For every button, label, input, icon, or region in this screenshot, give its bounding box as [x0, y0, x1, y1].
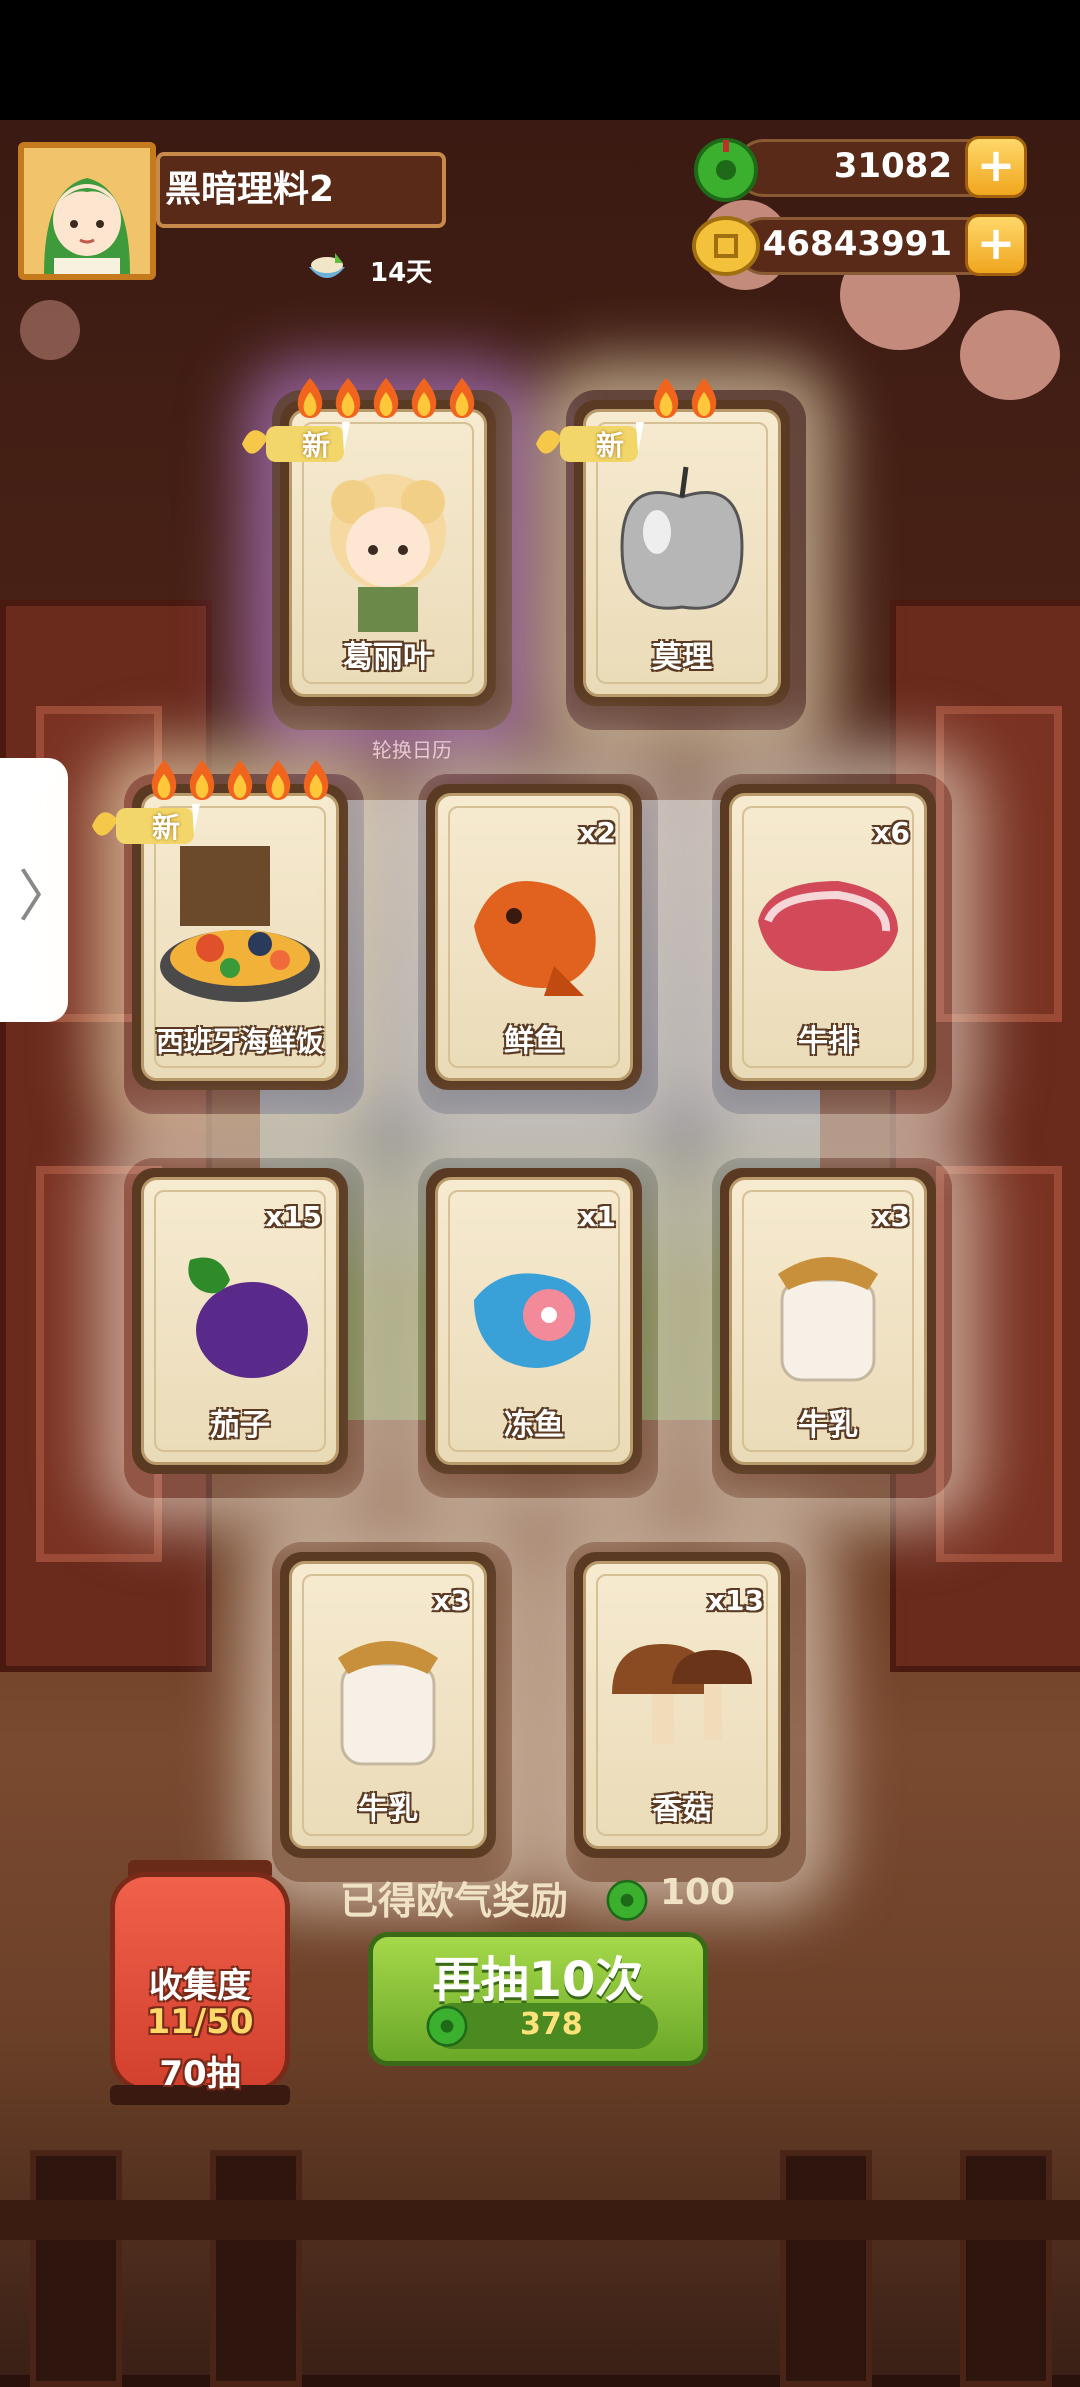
jade-icon [606, 1879, 648, 1921]
card[interactable]: x3 牛乳 [720, 1168, 936, 1474]
card-label: 葛丽叶 [343, 640, 433, 675]
milk-jar-icon [778, 1256, 878, 1382]
avatar[interactable] [18, 142, 156, 280]
flame-icon [653, 378, 679, 418]
player-name: 黑暗理料2 [165, 169, 335, 210]
blossom-decoration [20, 300, 80, 360]
card[interactable]: x1 冻鱼 [426, 1168, 642, 1474]
fence-post [30, 2150, 122, 2387]
jade-amount: 31082 [833, 146, 952, 186]
blossom-decoration [960, 310, 1060, 400]
card-label: 牛乳 [358, 1792, 418, 1827]
new-badge: 新 [532, 416, 652, 476]
bowl-icon [309, 253, 345, 278]
flame-icon [691, 378, 717, 418]
flame-icon [303, 760, 329, 800]
card-label: 牛乳 [798, 1408, 858, 1443]
status-bar [0, 0, 1080, 120]
fence-rail [0, 2200, 1080, 2240]
card-count: x3 [432, 1584, 470, 1617]
lucky-reward-amount: 100 [660, 1872, 736, 1913]
login-days: 14天 [370, 258, 433, 288]
card-count: x13 [706, 1584, 764, 1617]
chevron-right-icon[interactable]: 〉 [18, 852, 74, 933]
milk-jar-icon [338, 1640, 438, 1766]
steak-icon [758, 880, 898, 971]
card-count: x1 [578, 1200, 616, 1233]
rarity-flames [292, 376, 480, 420]
card-label: 西班牙海鲜饭 [155, 1025, 324, 1058]
card-label: 鲜鱼 [504, 1024, 564, 1059]
card[interactable]: x6 牛排 [720, 784, 936, 1090]
flame-icon [189, 760, 215, 800]
collection-progress: 11/50 [146, 2002, 254, 2042]
card-count: x15 [264, 1200, 322, 1233]
eggplant-icon [188, 1257, 308, 1378]
new-badge: 新 [238, 416, 358, 476]
card-label: 香菇 [652, 1792, 712, 1827]
card[interactable]: x13 香菇 [574, 1552, 790, 1858]
collection-title: 收集度 [149, 1966, 251, 2006]
rotation-calendar-label: 轮换日历 [372, 738, 452, 762]
card-count: x6 [872, 816, 910, 849]
butterfly-new-icon [536, 422, 644, 462]
mushroom-icon [612, 1643, 752, 1744]
character-portrait-icon [24, 148, 150, 274]
frozen-fish-icon [474, 1273, 591, 1368]
flame-icon [449, 378, 475, 418]
flame-icon [151, 760, 177, 800]
lucky-reward-label: 已得欧气奖励 [340, 1879, 569, 1923]
add-coins-button[interactable]: + [965, 214, 1027, 276]
butterfly-new-icon [242, 422, 350, 462]
card-label: 茄子 [210, 1408, 270, 1443]
character-greta-icon [330, 473, 446, 632]
new-badge-label: 新 [152, 811, 181, 844]
draw-again-label[interactable]: 再抽10次 [368, 1940, 708, 2010]
card-count: x2 [578, 816, 616, 849]
coin-amount: 46843991 [762, 224, 952, 264]
card[interactable]: x2 鲜鱼 [426, 784, 642, 1090]
paella-icon [160, 845, 320, 1002]
flame-icon [335, 378, 361, 418]
fence-post [960, 2150, 1052, 2387]
draw-cost: 378 [520, 2007, 583, 2042]
card-label: 牛排 [798, 1024, 858, 1059]
card[interactable]: x3 牛乳 [280, 1552, 496, 1858]
rarity-flames [146, 758, 334, 802]
card-count: x3 [872, 1200, 910, 1233]
right-door [890, 600, 1080, 1672]
flame-icon [411, 378, 437, 418]
flame-icon [227, 760, 253, 800]
add-jade-button[interactable]: + [965, 136, 1027, 198]
new-badge-label: 新 [302, 429, 331, 462]
flame-icon [373, 378, 399, 418]
flame-icon [265, 760, 291, 800]
butterfly-new-icon [92, 804, 200, 844]
rarity-flames [648, 376, 722, 420]
flame-icon [297, 378, 323, 418]
fence-post [780, 2150, 872, 2387]
collection-draw-count: 70抽 [159, 2054, 241, 2094]
card-label: 冻鱼 [504, 1408, 564, 1443]
card-label: 莫理 [652, 640, 712, 675]
fence-post [210, 2150, 302, 2387]
new-badge-label: 新 [596, 429, 625, 462]
new-badge: 新 [88, 798, 208, 858]
card[interactable]: x15 茄子 [132, 1168, 348, 1474]
jade-icon [426, 2005, 468, 2047]
fresh-fish-icon [474, 880, 596, 996]
apple-sketch-icon [620, 466, 744, 610]
